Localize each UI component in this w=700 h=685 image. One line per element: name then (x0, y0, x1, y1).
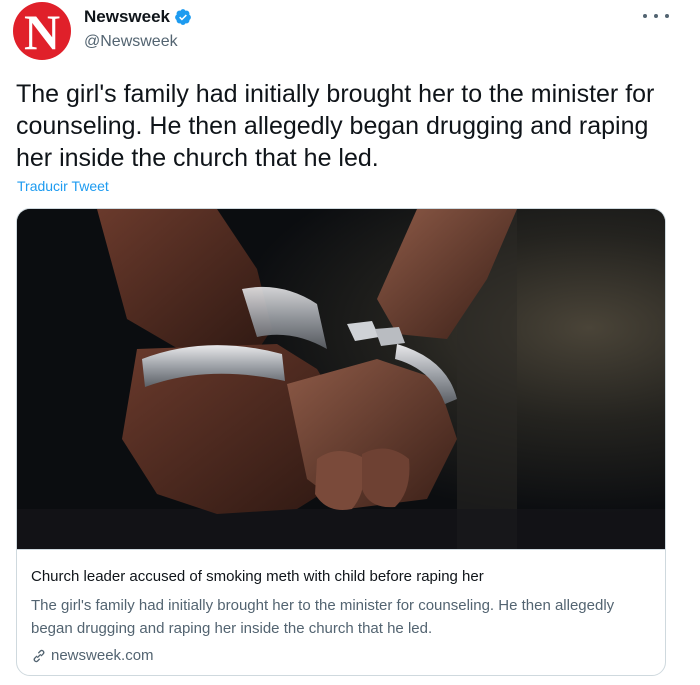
avatar[interactable]: N (13, 2, 71, 60)
newsweek-logo: N (23, 4, 61, 60)
author-name-row[interactable]: Newsweek (84, 7, 192, 27)
dot (643, 14, 647, 18)
tweet-text: The girl's family had initially brought … (16, 80, 655, 172)
card-description: The girl's family had initially brought … (31, 597, 615, 637)
translate-tweet-link[interactable]: Traducir Tweet (17, 178, 109, 194)
link-icon (33, 649, 45, 662)
card-image[interactable] (17, 209, 666, 549)
author-display-name[interactable]: Newsweek (84, 7, 170, 27)
verified-badge-icon (175, 9, 191, 25)
author-handle[interactable]: @Newsweek (84, 33, 178, 51)
card-domain-text[interactable]: newsweek.com (51, 647, 154, 664)
card-info[interactable]: Church leader accused of smoking meth wi… (17, 549, 665, 675)
tweet: N Newsweek @Newsweek The girl's family h… (0, 0, 700, 685)
card-domain[interactable]: newsweek.com (31, 647, 154, 664)
dot (665, 14, 669, 18)
more-dots-icon[interactable] (643, 6, 669, 26)
link-preview-card[interactable]: Church leader accused of smoking meth wi… (16, 208, 666, 676)
card-title[interactable]: Church leader accused of smoking meth wi… (31, 568, 484, 585)
dot (654, 14, 658, 18)
